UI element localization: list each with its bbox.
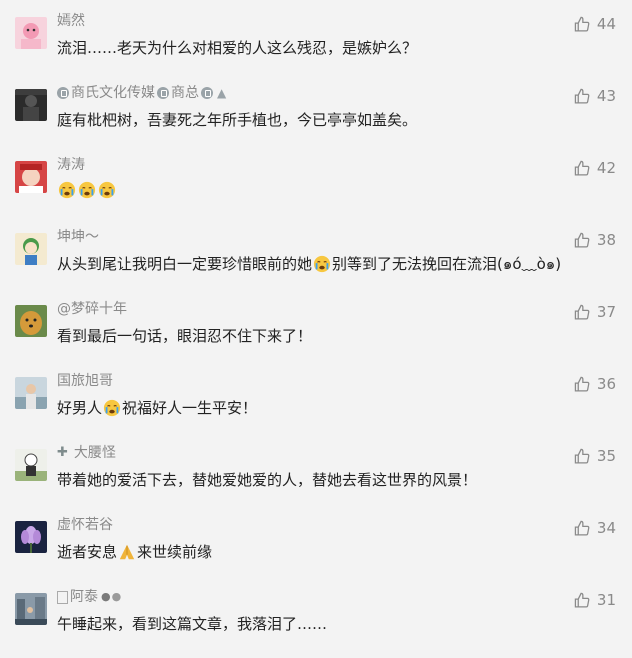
crying-emoji-icon — [58, 181, 76, 199]
comment-text: 流泪……老天为什么对相爱的人这么残忍，是嫉妒么？ — [57, 37, 417, 59]
like-count: 42 — [596, 159, 616, 177]
like-button[interactable]: 38 — [574, 231, 616, 249]
comment-text: 从头到尾让我明白一定要珍惜眼前的她 别等到了无法挽回在流泪(๑ó﹏ò๑) — [57, 253, 561, 275]
avatar[interactable] — [15, 377, 47, 409]
crying-emoji-icon — [98, 181, 116, 199]
comment-item: @梦碎十年 看到最后一句话，眼泪忍不住下来了！ 37 — [0, 298, 632, 370]
comment-text-part: 祝福好人一生平安！ — [122, 399, 258, 417]
author-name: 阿泰 — [70, 589, 98, 605]
comment-item: ✚ 大腰怪 带着她的爱活下去，替她爱她爱的人，替她去看这世界的风景！ 35 — [0, 442, 632, 514]
thumbs-up-icon — [574, 88, 590, 104]
like-button[interactable]: 34 — [574, 519, 616, 537]
square-icon — [57, 590, 68, 604]
crying-emoji-icon — [78, 181, 96, 199]
like-button[interactable]: 42 — [574, 159, 616, 177]
thumbs-up-icon — [574, 520, 590, 536]
avatar[interactable] — [15, 89, 47, 121]
money-bag-icon — [157, 87, 169, 99]
comment-text-part: 流泪……老天为什么对相爱的人这么残忍，是嫉妒么？ — [57, 39, 418, 57]
author-name-part-2: 商总 — [171, 85, 199, 101]
comment-author[interactable]: @梦碎十年 — [57, 299, 127, 319]
comment-item: 虚怀若谷 逝者安息 来世续前缘 34 — [0, 514, 632, 586]
comment-author[interactable]: 嫣然 — [57, 11, 85, 31]
thumbs-up-icon — [574, 376, 590, 392]
praying-hands-emoji-icon — [118, 543, 136, 561]
like-count: 34 — [596, 519, 616, 537]
avatar[interactable] — [15, 305, 47, 337]
poop-icon: ▲ — [217, 86, 227, 100]
thumbs-up-icon — [574, 592, 590, 608]
crying-emoji-icon — [313, 255, 331, 273]
like-count: 36 — [596, 375, 616, 393]
comment-item: 商氏文化传媒 商总 ▲ 庭有枇杷树，吾妻死之年所手植也，今已亭亭如盖矣。 43 — [0, 82, 632, 154]
like-button[interactable]: 35 — [574, 447, 616, 465]
like-button[interactable]: 37 — [574, 303, 616, 321]
avatar[interactable] — [15, 593, 47, 625]
like-count: 31 — [596, 591, 616, 609]
like-count: 37 — [596, 303, 616, 321]
comment-author[interactable]: ✚ 大腰怪 — [57, 443, 116, 463]
avatar[interactable] — [15, 449, 47, 481]
comment-text: 带着她的爱活下去，替她爱她爱的人，替她去看这世界的风景！ — [57, 469, 477, 491]
comment-text: 好男人 祝福好人一生平安！ — [57, 397, 257, 419]
like-button[interactable]: 31 — [574, 591, 616, 609]
comment-text — [57, 181, 117, 199]
like-count: 43 — [596, 87, 616, 105]
avatar[interactable] — [15, 161, 47, 193]
comment-item: 涛涛 42 — [0, 154, 632, 226]
comment-text-part: 午睡起来，看到这篇文章，我落泪了…… — [57, 615, 328, 633]
author-name-part-1: 商氏文化传媒 — [71, 85, 155, 101]
comment-text: 庭有枇杷树，吾妻死之年所手植也，今已亭亭如盖矣。 — [57, 109, 417, 131]
cat-icon: ● — [111, 590, 122, 603]
dog-icon: ● — [101, 590, 111, 603]
comment-item: 嫣然 流泪……老天为什么对相爱的人这么残忍，是嫉妒么？ 44 — [0, 10, 632, 82]
comment-item: 坤坤～ 从头到尾让我明白一定要珍惜眼前的她 别等到了无法挽回在流泪(๑ó﹏ò๑)… — [0, 226, 632, 298]
comment-text-part: 逝者安息 — [57, 543, 118, 561]
cactus-icon: ✚ — [57, 445, 68, 460]
comment-author[interactable]: 阿泰 ● ● — [57, 587, 121, 607]
comment-author[interactable]: 商氏文化传媒 商总 ▲ — [57, 83, 226, 103]
like-count: 38 — [596, 231, 616, 249]
comment-text-part: 看到最后一句话，眼泪忍不住下来了！ — [57, 327, 313, 345]
money-bag-icon — [201, 87, 213, 99]
thumbs-up-icon — [574, 448, 590, 464]
like-button[interactable]: 44 — [574, 15, 616, 33]
like-count: 44 — [596, 15, 616, 33]
comment-text-part: 从头到尾让我明白一定要珍惜眼前的她 — [57, 255, 313, 273]
comment-text: 逝者安息 来世续前缘 — [57, 541, 212, 563]
crying-emoji-icon — [103, 399, 121, 417]
author-name: 大腰怪 — [73, 445, 116, 461]
comment-item: 阿泰 ● ● 午睡起来，看到这篇文章，我落泪了…… 31 — [0, 586, 632, 658]
thumbs-up-icon — [574, 16, 590, 32]
like-button[interactable]: 43 — [574, 87, 616, 105]
comment-text-part: 庭有枇杷树，吾妻死之年所手植也，今已亭亭如盖矣。 — [57, 111, 418, 129]
comment-text-part: 别等到了无法挽回在流泪(๑ó﹏ò๑) — [332, 255, 562, 273]
money-bag-icon — [57, 87, 69, 99]
avatar[interactable] — [15, 17, 47, 49]
thumbs-up-icon — [574, 304, 590, 320]
comment-text-part: 带着她的爱活下去，替她爱她爱的人，替她去看这世界的风景！ — [57, 471, 478, 489]
avatar[interactable] — [15, 233, 47, 265]
comment-text-part: 好男人 — [57, 399, 103, 417]
comment-author[interactable]: 坤坤～ — [57, 227, 99, 247]
comment-author[interactable]: 虚怀若谷 — [57, 515, 113, 535]
comment-text: 午睡起来，看到这篇文章，我落泪了…… — [57, 613, 327, 635]
comment-item: 国旅旭哥 好男人 祝福好人一生平安！ 36 — [0, 370, 632, 442]
like-count: 35 — [596, 447, 616, 465]
like-button[interactable]: 36 — [574, 375, 616, 393]
comment-author[interactable]: 国旅旭哥 — [57, 371, 113, 391]
comment-text-part: 来世续前缘 — [137, 543, 213, 561]
comment-author[interactable]: 涛涛 — [57, 155, 85, 175]
thumbs-up-icon — [574, 232, 590, 248]
comment-text: 看到最后一句话，眼泪忍不住下来了！ — [57, 325, 312, 347]
thumbs-up-icon — [574, 160, 590, 176]
avatar[interactable] — [15, 521, 47, 553]
